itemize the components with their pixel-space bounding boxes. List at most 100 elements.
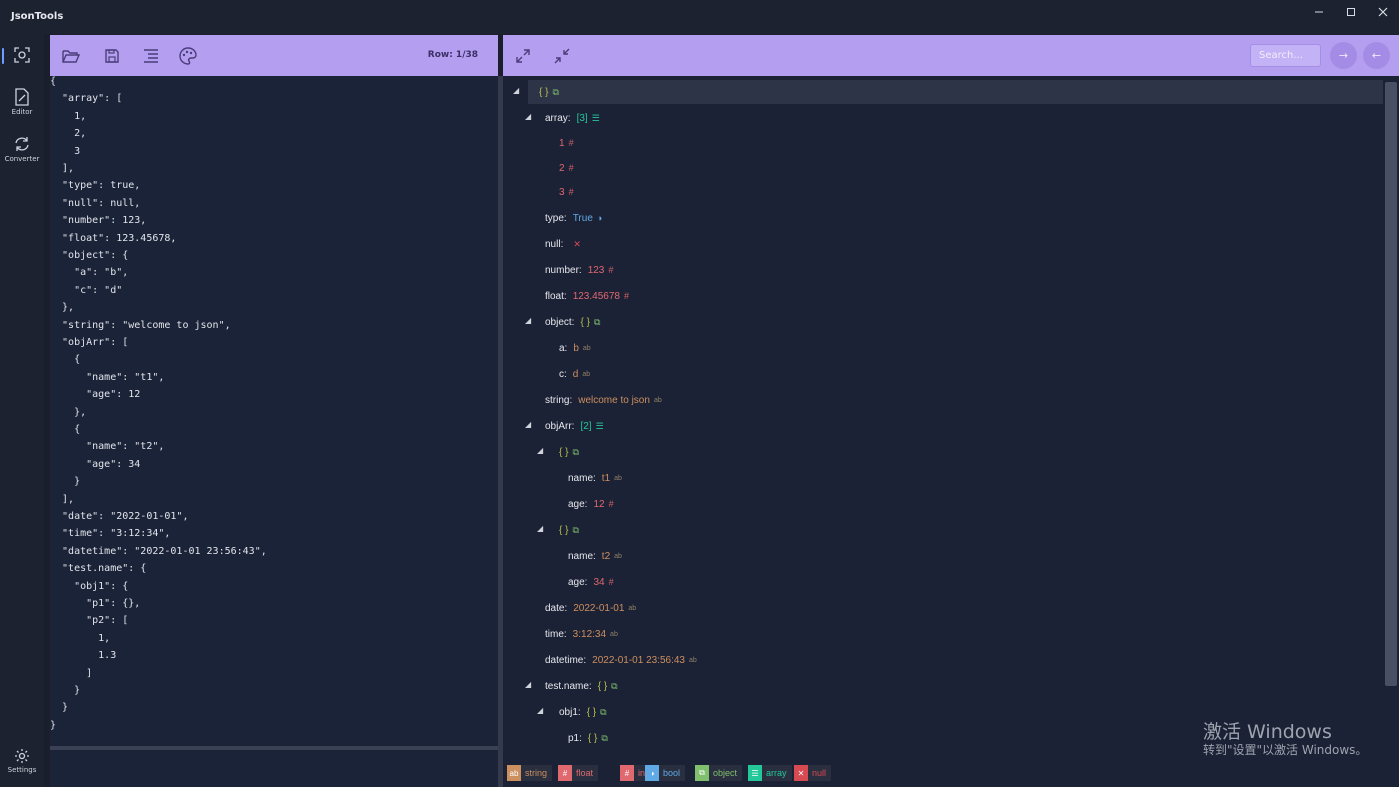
tree-node[interactable]: { } ⧉ — [559, 521, 579, 539]
tree-node[interactable]: name: t2 ab — [568, 547, 622, 565]
code-line: { — [50, 354, 81, 366]
tree-node[interactable]: 1 # — [559, 134, 574, 152]
node-key: age: — [568, 576, 588, 588]
node-key: float: — [545, 290, 567, 302]
editor-toolbar: Row: 1/38 — [50, 35, 498, 76]
legend-label: null — [812, 768, 827, 778]
string-icon: ab — [610, 630, 618, 638]
selected-row-highlight — [528, 80, 1383, 104]
expand-toggle[interactable]: ◢ — [525, 112, 535, 124]
code-line: "c": "d" — [50, 284, 123, 296]
node-key: time: — [545, 628, 567, 640]
tree-node[interactable]: type: True ◑ — [545, 209, 602, 227]
tree-node[interactable]: obj1: { } ⧉ — [559, 703, 607, 721]
node-key: objArr: — [545, 420, 575, 432]
node-value: 123.45678 — [572, 290, 620, 302]
sidebar-item-editor[interactable]: Editor — [0, 88, 44, 116]
format-button[interactable] — [141, 46, 161, 66]
tree-node[interactable]: time: 3:12:34 ab — [545, 625, 618, 643]
node-value: welcome to json — [578, 394, 650, 406]
code-line: "string": "welcome to json", — [50, 319, 231, 331]
tree-node[interactable]: objArr: [2] ☰ — [545, 417, 604, 435]
number-icon: # — [608, 265, 614, 275]
maximize-button[interactable] — [1335, 0, 1367, 24]
expand-toggle[interactable]: ◢ — [537, 446, 547, 458]
node-key: date: — [545, 602, 568, 614]
legend-item-array: ☰ array — [748, 765, 792, 781]
folder-open-icon — [62, 50, 80, 63]
collapse-all-button[interactable] — [552, 46, 572, 66]
tree-node[interactable]: age: 34 # — [568, 573, 614, 591]
indent-icon — [144, 49, 158, 63]
node-value: { } — [559, 446, 569, 458]
node-value: 34 — [593, 576, 605, 588]
node-value: d — [572, 368, 579, 380]
tree-node[interactable]: null: ✕ — [545, 235, 581, 253]
search-next-button[interactable]: → — [1330, 42, 1357, 69]
tree-node[interactable]: object: { } ⧉ — [545, 313, 600, 331]
maximize-icon — [1347, 8, 1355, 16]
code-line: "age": 12 — [50, 389, 141, 401]
code-line: "p1": {}, — [50, 598, 141, 609]
expand-toggle[interactable]: ◢ — [537, 706, 547, 718]
object-icon: ⧉ — [600, 706, 607, 717]
node-value: b — [573, 342, 579, 354]
title-bar: JsonTools — [0, 0, 1399, 34]
expand-all-button[interactable] — [513, 46, 533, 66]
null-icon: ✕ — [573, 238, 581, 249]
tree-node[interactable]: datetime: 2022-01-01 23:56:43 ab — [545, 651, 697, 669]
search-input[interactable]: Search... — [1250, 44, 1321, 67]
expand-toggle[interactable]: ◢ — [525, 680, 535, 692]
string-icon: ab — [689, 656, 697, 664]
node-key: object: — [545, 316, 575, 328]
tree-node[interactable]: date: 2022-01-01 ab — [545, 599, 636, 617]
node-value: t2 — [601, 550, 611, 562]
sidebar-item-settings[interactable]: Settings — [0, 748, 44, 774]
tree-node[interactable]: c: d ab — [559, 365, 590, 383]
expand-toggle[interactable]: ◢ — [537, 524, 547, 536]
tree-node[interactable]: age: 12 # — [568, 495, 614, 513]
tree-node[interactable]: float: 123.45678 # — [545, 287, 629, 305]
number-icon: # — [623, 291, 629, 301]
search-prev-button[interactable]: ← — [1363, 42, 1390, 69]
tree-node[interactable]: { } ⧉ — [559, 443, 579, 461]
tree-node[interactable]: array: [3] ☰ — [545, 109, 600, 127]
theme-button[interactable] — [178, 46, 198, 66]
legend-item-float: # float — [558, 765, 599, 781]
open-file-button[interactable] — [61, 46, 81, 66]
sidebar-item-capture[interactable] — [0, 46, 44, 64]
tree-node[interactable]: p1: { } ⧉ — [568, 729, 608, 747]
code-line: 2, — [50, 128, 87, 140]
expand-toggle[interactable]: ◢ — [525, 420, 535, 432]
tree-vertical-scrollbar[interactable] — [1385, 82, 1397, 686]
node-value: [2] — [580, 420, 592, 432]
tree-node[interactable]: string: welcome to json ab — [545, 391, 662, 409]
sidebar-item-converter[interactable]: Converter — [0, 135, 44, 163]
tree-node[interactable]: number: 123 # — [545, 261, 613, 279]
code-line: } — [50, 702, 69, 714]
minimize-button[interactable] — [1303, 0, 1335, 24]
expand-icon — [516, 49, 530, 63]
tree-node[interactable]: a: b ab — [559, 339, 591, 357]
bool-type-icon: ◑ — [645, 765, 659, 781]
close-window-button[interactable] — [1367, 0, 1399, 24]
tree-node[interactable]: { } ⧉ — [539, 83, 559, 101]
code-line: "test.name": { — [50, 563, 147, 575]
tree-node[interactable]: 3 # — [559, 183, 574, 201]
legend-label: string — [525, 768, 548, 778]
node-value: 1 — [559, 137, 565, 149]
number-icon: # — [568, 138, 574, 148]
save-button[interactable] — [102, 46, 122, 66]
number-icon: # — [568, 187, 574, 197]
node-value: 2022-01-01 23:56:43 — [592, 654, 685, 666]
node-key: null: — [545, 238, 564, 250]
tree-node[interactable]: test.name: { } ⧉ — [545, 677, 618, 695]
node-value: 12 — [593, 498, 605, 510]
expand-toggle[interactable]: ◢ — [525, 316, 535, 328]
tree-node[interactable]: 2 # — [559, 159, 574, 177]
json-editor[interactable]: { "array": [ 1, 2, 3 ], "type": true, "n… — [50, 76, 498, 746]
expand-toggle[interactable]: ◢ — [513, 86, 523, 98]
tree-node[interactable]: name: t1 ab — [568, 469, 622, 487]
code-line: "age": 34 — [50, 458, 141, 470]
node-value: { } — [580, 316, 590, 328]
